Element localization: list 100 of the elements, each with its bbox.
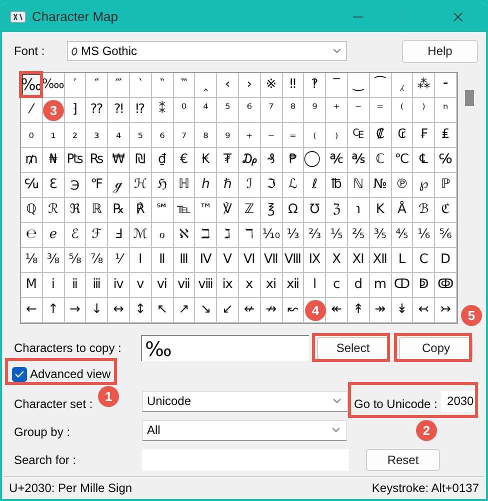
character-cell[interactable]: ℧	[304, 198, 326, 223]
character-cell[interactable]: ℃	[392, 148, 414, 173]
character-cell[interactable]: ℷ	[217, 223, 239, 248]
character-cell[interactable]: ⁴	[195, 98, 218, 123]
character-cell[interactable]: ⁇	[86, 98, 108, 123]
character-cell[interactable]: ↜	[282, 298, 304, 323]
character-cell[interactable]: ₌	[282, 123, 304, 148]
character-cell[interactable]: ₃	[86, 123, 108, 148]
character-cell[interactable]: ⁷	[260, 98, 283, 123]
character-cell[interactable]: ⁁	[392, 73, 414, 98]
character-cell[interactable]: ₩	[108, 148, 130, 173]
character-cell[interactable]: ℙ	[435, 173, 457, 198]
character-cell[interactable]: ⁾	[413, 98, 436, 123]
character-cell[interactable]: ↛	[260, 298, 283, 323]
character-cell[interactable]: ₄	[108, 123, 130, 148]
character-cell[interactable]: ⁃	[435, 73, 457, 98]
character-cell[interactable]: ℣	[217, 198, 239, 223]
character-cell[interactable]: ℕ	[348, 173, 370, 198]
character-cell[interactable]: K	[370, 198, 392, 223]
character-cell[interactable]: ⁶	[238, 98, 261, 123]
character-cell[interactable]: Ⅹ	[326, 248, 348, 273]
character-set-dropdown[interactable]: Unicode	[142, 390, 348, 412]
character-cell[interactable]: ℠	[152, 198, 174, 223]
character-cell[interactable]: ⅾ	[348, 273, 370, 298]
character-cell[interactable]: ₍	[304, 123, 326, 148]
character-cell[interactable]: Ⅱ	[152, 248, 174, 273]
reset-button[interactable]: Reset	[366, 449, 440, 471]
character-cell[interactable]: ↁ	[413, 273, 436, 298]
character-cell[interactable]: ⅕	[326, 223, 348, 248]
character-cell[interactable]: ℊ	[108, 173, 130, 198]
character-cell[interactable]: ℟	[130, 198, 152, 223]
advanced-view-checkbox[interactable]	[12, 366, 27, 382]
character-cell[interactable]: ⅗	[370, 223, 392, 248]
character-cell[interactable]: ₤	[435, 123, 457, 148]
character-cell[interactable]: ←	[21, 298, 43, 323]
character-cell[interactable]: ⁼	[370, 98, 392, 123]
character-cell[interactable]: ‿	[348, 73, 370, 98]
character-cell[interactable]: ₂	[64, 123, 86, 148]
character-cell[interactable]: ℴ	[152, 223, 174, 248]
character-cell[interactable]: ↟	[348, 298, 370, 323]
character-cell[interactable]: ⅳ	[108, 273, 130, 298]
character-cell[interactable]: ⅓	[282, 223, 304, 248]
character-cell[interactable]: ₨	[86, 148, 108, 173]
character-cell[interactable]: ℋ	[130, 173, 152, 198]
character-cell[interactable]: ℄	[413, 148, 436, 173]
help-button[interactable]: Help	[402, 40, 478, 62]
character-cell[interactable]: ℉	[86, 173, 108, 198]
character-cell[interactable]: ⅚	[435, 223, 457, 248]
character-cell[interactable]: ⅵ	[152, 273, 174, 298]
character-cell[interactable]: ⅲ	[86, 273, 108, 298]
character-cell[interactable]: Ⅴ	[217, 248, 239, 273]
character-cell[interactable]: ℓ	[304, 173, 326, 198]
character-cell[interactable]: Ⅺ	[348, 248, 370, 273]
character-cell[interactable]: ′	[64, 73, 86, 98]
character-cell[interactable]: ₱	[282, 148, 304, 173]
character-cell[interactable]: ℤ	[238, 198, 261, 223]
character-cell[interactable]: ₯	[238, 148, 261, 173]
character-cell[interactable]: €	[174, 148, 196, 173]
character-cell[interactable]: ℭ	[435, 198, 457, 223]
scrollbar-thumb[interactable]	[465, 90, 474, 106]
character-cell[interactable]: ⁽	[392, 98, 414, 123]
character-cell[interactable]: ‱	[42, 73, 65, 98]
character-cell[interactable]: ℱ	[86, 223, 108, 248]
character-cell[interactable]: ⁸	[282, 98, 304, 123]
character-cell[interactable]: Ⅵ	[238, 248, 261, 273]
character-cell[interactable]: ↙	[217, 298, 239, 323]
character-cell[interactable]: ™	[195, 198, 218, 223]
character-cell[interactable]: Ⅳ	[195, 248, 218, 273]
character-cell[interactable]: ‼	[282, 73, 304, 98]
character-cell[interactable]: ‸	[195, 73, 218, 98]
character-cell[interactable]: ℬ	[413, 198, 436, 223]
character-cell[interactable]: ↗	[174, 298, 196, 323]
character-cell[interactable]: ‹	[217, 73, 239, 98]
character-cell[interactable]: ₪	[130, 148, 152, 173]
character-cell[interactable]: ⅷ	[195, 273, 218, 298]
character-cell[interactable]: ›	[238, 73, 261, 98]
character-cell[interactable]: ℥	[260, 198, 283, 223]
character-cell[interactable]: →	[64, 298, 86, 323]
character-cell[interactable]: ℳ	[130, 223, 152, 248]
character-cell[interactable]: ⁀	[370, 73, 392, 98]
character-cell[interactable]: ₊	[238, 123, 261, 148]
character-cell[interactable]: ⁉	[130, 98, 152, 123]
character-cell[interactable]: ↂ	[435, 273, 457, 298]
character-cell[interactable]: ℚ	[21, 198, 43, 223]
character-cell[interactable]: ₅	[130, 123, 152, 148]
character-cell[interactable]: ₁	[42, 123, 65, 148]
character-cell[interactable]: ⅙	[413, 223, 436, 248]
character-cell[interactable]: ₢	[392, 123, 414, 148]
character-cell[interactable]: ↣	[435, 298, 457, 323]
character-cell[interactable]: ℎ	[195, 173, 218, 198]
group-by-dropdown[interactable]: All	[142, 420, 347, 440]
select-button[interactable]: Select	[317, 336, 389, 360]
character-cell[interactable]: ↢	[413, 298, 436, 323]
character-cell[interactable]: ℸ	[238, 223, 261, 248]
character-cell[interactable]: ⁺	[326, 98, 348, 123]
character-cell[interactable]: ℗	[392, 173, 414, 198]
character-cell[interactable]: ↘	[195, 298, 218, 323]
character-cell[interactable]: ℆	[21, 173, 43, 198]
character-cell[interactable]: ⅰ	[42, 273, 65, 298]
character-cell[interactable]: ℑ	[260, 173, 283, 198]
